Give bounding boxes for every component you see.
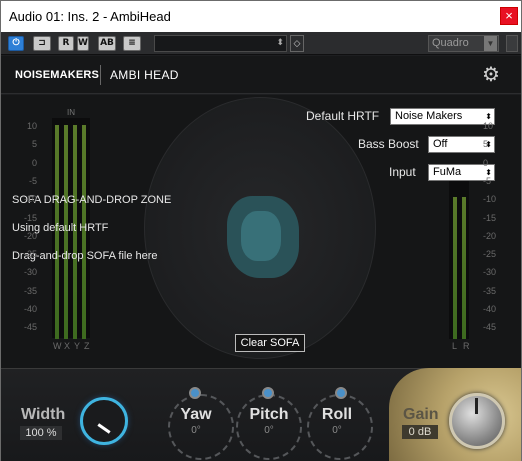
host-toolbar: ⏻ ⊐ R W AB ≡ ⬍ ◇ Quadro ▼ <box>1 32 521 55</box>
width-knob[interactable] <box>80 397 128 445</box>
hrtf-select[interactable]: Noise Makers ⬍ <box>390 108 495 125</box>
plugin-header: NOISEMAKERS AMBI HEAD ⚙ <box>1 56 521 94</box>
plugin-name: AMBI HEAD <box>110 68 179 82</box>
gain-value[interactable]: 0 dB <box>402 425 438 439</box>
input-meter-tick: 0 <box>31 157 37 168</box>
ab-compare-button[interactable]: AB <box>98 36 116 51</box>
power-button[interactable]: ⏻ <box>8 36 24 51</box>
output-meter-tick: 5 <box>483 139 489 150</box>
gear-icon[interactable]: ⚙ <box>482 65 502 85</box>
gain-label: Gain <box>403 406 439 423</box>
speaker-setup-select[interactable]: Quadro ▼ <box>428 35 499 52</box>
output-meter-tick: -35 <box>483 285 497 296</box>
roll-label: Roll <box>321 406 353 423</box>
output-meter-tick: 0 <box>483 157 489 168</box>
input-format-label: Input <box>389 165 416 179</box>
output-meter-tick: -20 <box>483 230 497 241</box>
output-meter <box>449 181 469 339</box>
output-meter-tick: 10 <box>483 121 494 131</box>
clear-sofa-button[interactable]: Clear SOFA <box>235 334 305 352</box>
write-automation-button[interactable]: W <box>77 36 89 51</box>
preset-menu-button[interactable]: ◇ <box>290 35 304 52</box>
input-meter-tick: -35 <box>23 285 37 296</box>
channel-label-x: X <box>64 341 71 351</box>
input-meter-tick: 5 <box>31 139 37 150</box>
input-format-value: FuMa <box>433 166 462 178</box>
close-button[interactable]: × <box>500 7 518 25</box>
input-meter-tick: -10 <box>23 194 37 205</box>
meter-bar-r <box>462 197 466 339</box>
menu-icon: ≡ <box>128 38 136 48</box>
output-meter-tick: -40 <box>483 304 497 314</box>
input-meter-label: IN <box>67 108 75 117</box>
input-meter-tick: -20 <box>23 230 37 241</box>
hrtf-value: Noise Makers <box>395 110 463 122</box>
width-label: Width <box>21 406 66 423</box>
preset-arrows-icon[interactable]: ⬍ <box>276 37 284 48</box>
yaw-value: 0° <box>191 425 201 436</box>
output-meter-tick: -5 <box>483 175 492 186</box>
roll-value: 0° <box>332 425 342 436</box>
read-automation-button[interactable]: R <box>58 36 74 51</box>
channel-label-z: Z <box>84 341 90 351</box>
bass-boost-value: Off <box>433 138 448 150</box>
input-meter-tick: -15 <box>23 212 37 223</box>
title-bar: Audio 01: Ins. 2 - AmbiHead × <box>1 1 521 32</box>
toolbar-extra-button[interactable] <box>506 35 518 52</box>
pitch-value: 0° <box>264 425 274 436</box>
window-title: Audio 01: Ins. 2 - AmbiHead <box>9 9 171 24</box>
channel-label-l: L <box>452 341 458 351</box>
output-meter-tick: -30 <box>483 267 497 278</box>
channel-label-r: R <box>463 341 470 351</box>
input-meter-tick: 10 <box>26 121 37 131</box>
brand-logo: NOISEMAKERS <box>15 69 100 81</box>
chevron-down-icon: ▼ <box>484 36 497 51</box>
pitch-label: Pitch <box>249 406 289 423</box>
header-divider <box>100 65 101 85</box>
input-meter-tick: -45 <box>23 322 37 333</box>
settings-menu-button[interactable]: ≡ <box>123 36 141 51</box>
width-value[interactable]: 100 % <box>20 426 62 440</box>
hrtf-label: Default HRTF <box>306 109 380 123</box>
bypass-icon: ⊐ <box>38 38 46 48</box>
meter-bar-l <box>453 197 457 339</box>
preset-field[interactable]: ⬍ <box>154 35 287 52</box>
speaker-setup-value: Quadro <box>432 37 469 49</box>
output-meter-tick: -10 <box>483 194 497 205</box>
channel-label-w: W <box>53 341 62 351</box>
input-meter-tick: -40 <box>23 304 37 314</box>
input-meter-tick: -30 <box>23 267 37 278</box>
pitch-handle[interactable] <box>262 387 274 399</box>
bypass-button[interactable]: ⊐ <box>33 36 51 51</box>
channel-label-y: Y <box>74 341 81 351</box>
input-meter-tick: -25 <box>23 249 37 260</box>
yaw-label: Yaw <box>180 406 212 423</box>
plugin-window: Audio 01: Ins. 2 - AmbiHead × ⏻ ⊐ R W AB… <box>0 0 522 461</box>
yaw-handle[interactable] <box>189 387 201 399</box>
output-meter-tick: -45 <box>483 322 497 333</box>
output-meter-tick: -15 <box>483 212 497 223</box>
gain-knob-pointer <box>475 398 478 414</box>
power-icon: ⏻ <box>12 38 20 48</box>
bass-boost-label: Bass Boost <box>358 137 419 151</box>
input-meter-tick: -5 <box>28 175 37 186</box>
head-model-highlight <box>241 211 281 261</box>
output-meter-tick: -25 <box>483 249 497 260</box>
diamond-icon: ◇ <box>293 38 301 48</box>
roll-handle[interactable] <box>335 387 347 399</box>
